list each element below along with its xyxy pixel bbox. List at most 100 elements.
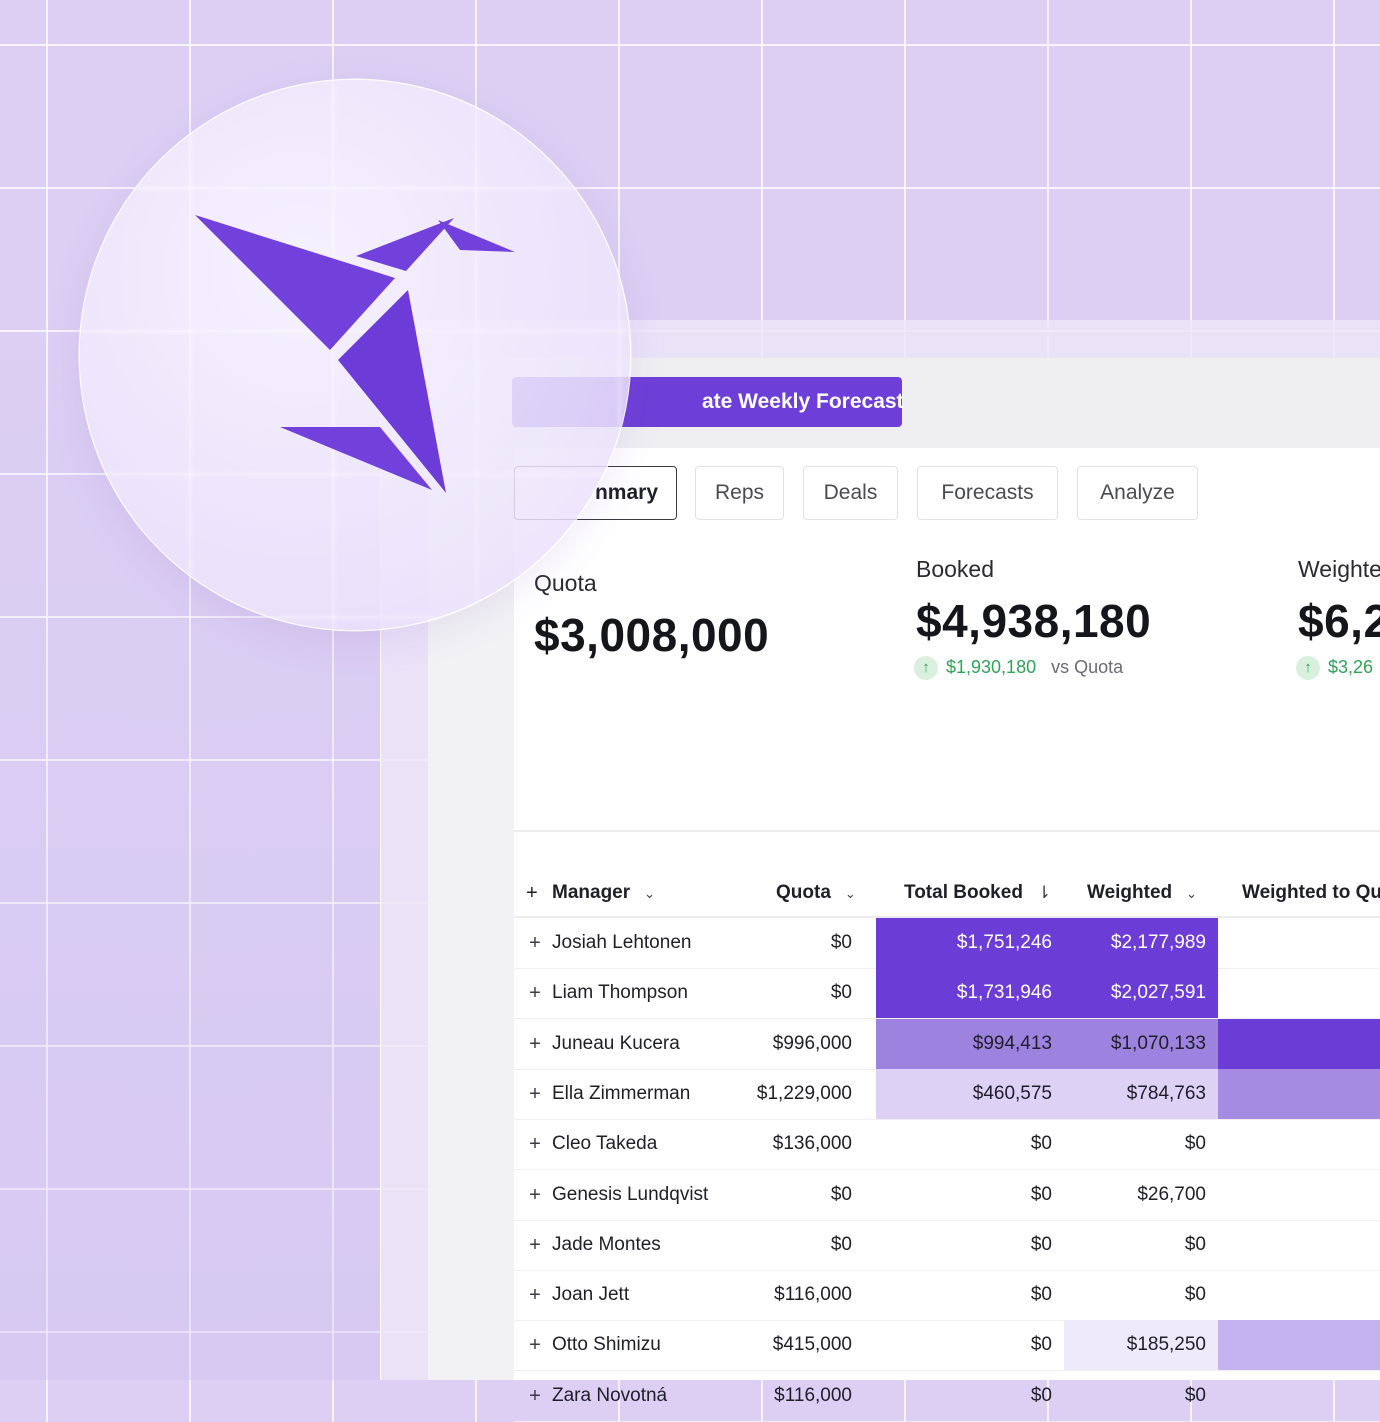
summary-content: nmary Reps Deals Forecasts Analyze Quota… bbox=[514, 448, 1380, 1422]
table-row[interactable]: + Juneau Kucera $996,000 $994,413 $1,070,133 bbox=[514, 1018, 1380, 1070]
manager-name: Ella Zimmerman bbox=[552, 1082, 691, 1104]
booked-value: $4,938,180 bbox=[916, 595, 1152, 647]
header-weighted-to-quota-label: Weighted to Qu bbox=[1242, 882, 1380, 903]
quota-cell: $0 bbox=[830, 932, 852, 953]
weighted-cell: $0 bbox=[1184, 1384, 1206, 1406]
quota-cell: $0 bbox=[830, 1233, 852, 1255]
table-row[interactable]: + Genesis Lundqvist $0 $0 $26,700 bbox=[514, 1170, 1380, 1221]
table-row[interactable]: + Ella Zimmerman $1,229,000 $460,575 $784,76… bbox=[514, 1068, 1380, 1120]
manager-name: Liam Thompson bbox=[552, 982, 688, 1004]
weighted-delta-value: $3,26 bbox=[1328, 656, 1374, 677]
weighted-label: Weighte bbox=[1298, 556, 1380, 582]
header-weighted-label: Weighted bbox=[1087, 882, 1173, 903]
manager-name: Joan Jett bbox=[552, 1284, 630, 1306]
booked-label: Booked bbox=[916, 556, 995, 582]
header-weighted-to-quota[interactable]: Weighted to Qu bbox=[1242, 870, 1380, 916]
manager-name: Cleo Takeda bbox=[552, 1133, 658, 1155]
table-row[interactable]: + Jade Montes $0 $0 $0 bbox=[514, 1220, 1380, 1271]
total-booked-cell: $994,413 bbox=[876, 1018, 1064, 1069]
tab-analyze[interactable]: Analyze bbox=[1077, 466, 1198, 520]
quota-cell: $136,000 bbox=[772, 1133, 852, 1155]
table-row[interactable]: + Joan Jett $116,000 $0 $0 bbox=[514, 1270, 1380, 1322]
header-manager-label: Manager bbox=[552, 882, 631, 903]
header-quota[interactable]: Quota ⌄ bbox=[776, 870, 856, 916]
chevron-down-icon: ⌄ bbox=[1186, 886, 1198, 901]
weighted-cell: $1,070,133 bbox=[1064, 1018, 1218, 1069]
arrow-up-icon: ↑ bbox=[1296, 656, 1320, 680]
expand-row-plus-icon[interactable]: + bbox=[526, 1119, 544, 1169]
weighted-to-quota-cell bbox=[1218, 1170, 1380, 1220]
header-total-booked-label: Total Booked bbox=[904, 882, 1023, 903]
manager-name: Genesis Lundqvist bbox=[552, 1183, 709, 1205]
booked-delta: ↑ $1,930,180 vs Quota bbox=[914, 656, 1123, 680]
manager-name: Juneau Kucera bbox=[552, 1032, 680, 1054]
quota-cell: $116,000 bbox=[774, 1284, 852, 1306]
quota-cell: $1,229,000 bbox=[756, 1082, 852, 1104]
total-booked-cell: $1,751,246 bbox=[876, 918, 1064, 968]
expand-row-plus-icon[interactable]: + bbox=[526, 968, 544, 1018]
total-booked-cell: $1,731,946 bbox=[876, 968, 1064, 1019]
quota-cell: $415,000 bbox=[772, 1334, 852, 1356]
total-booked-cell: $0 bbox=[1030, 1133, 1052, 1155]
weighted-to-quota-cell bbox=[1218, 1320, 1380, 1371]
weighted-delta: ↑ $3,26 bbox=[1296, 656, 1373, 680]
weighted-value: $6,2 bbox=[1298, 595, 1380, 647]
manager-name: Jade Montes bbox=[552, 1233, 661, 1255]
total-booked-cell: $0 bbox=[1030, 1284, 1052, 1306]
section-divider bbox=[514, 830, 1380, 832]
weighted-cell: $0 bbox=[1184, 1284, 1206, 1306]
weighted-cell: $0 bbox=[1184, 1133, 1206, 1155]
weighted-to-quota-cell bbox=[1218, 1068, 1380, 1119]
expand-row-plus-icon[interactable]: + bbox=[526, 1371, 544, 1421]
view-tabs: nmary Reps Deals Forecasts Analyze bbox=[514, 466, 1380, 522]
weighted-to-quota-cell bbox=[1218, 968, 1380, 1018]
expand-row-plus-icon[interactable]: + bbox=[526, 918, 544, 968]
table-row[interactable]: + Zara Novotná $116,000 $0 $0 bbox=[514, 1371, 1380, 1422]
expand-row-plus-icon[interactable]: + bbox=[526, 1270, 544, 1320]
expand-row-plus-icon[interactable]: + bbox=[526, 1019, 544, 1069]
booked-delta-caption: vs Quota bbox=[1051, 656, 1124, 677]
manager-name: Josiah Lehtonen bbox=[552, 932, 692, 953]
expand-row-plus-icon[interactable]: + bbox=[526, 1069, 544, 1119]
header-manager[interactable]: Manager ⌄ bbox=[552, 870, 655, 916]
expand-row-plus-icon[interactable]: + bbox=[526, 1170, 544, 1220]
table-header: + Manager ⌄ Quota ⌄ Total Booked ⇂ Weighted… bbox=[514, 870, 1380, 918]
quota-cell: $116,000 bbox=[774, 1384, 852, 1406]
weighted-cell: $26,700 bbox=[1137, 1183, 1206, 1205]
weighted-to-quota-cell bbox=[1218, 1371, 1380, 1421]
table-row[interactable]: + Cleo Takeda $136,000 $0 $0 bbox=[514, 1119, 1380, 1171]
chevron-down-icon: ⌄ bbox=[844, 886, 856, 901]
manager-name: Otto Shimizu bbox=[552, 1334, 661, 1356]
tab-reps[interactable]: Reps bbox=[695, 466, 784, 520]
arrow-up-icon: ↑ bbox=[914, 656, 938, 680]
weighted-cell: $2,177,989 bbox=[1064, 918, 1218, 968]
weighted-cell: $185,250 bbox=[1064, 1320, 1218, 1371]
quota-cell: $0 bbox=[830, 1183, 852, 1205]
weighted-to-quota-cell bbox=[1218, 1018, 1380, 1069]
manager-name: Zara Novotná bbox=[552, 1384, 668, 1406]
tab-deals[interactable]: Deals bbox=[803, 466, 898, 520]
weighted-to-quota-cell bbox=[1218, 1220, 1380, 1270]
expand-row-plus-icon[interactable]: + bbox=[526, 1220, 544, 1270]
expand-all-plus-icon[interactable]: + bbox=[526, 870, 538, 916]
weighted-cell: $784,763 bbox=[1064, 1068, 1218, 1119]
quota-cell: $996,000 bbox=[772, 1032, 852, 1054]
header-weighted[interactable]: Weighted ⌄ bbox=[1087, 870, 1197, 916]
table-row[interactable]: + Otto Shimizu $415,000 $0 $185,250 bbox=[514, 1320, 1380, 1372]
weighted-to-quota-cell bbox=[1218, 1119, 1380, 1169]
total-booked-cell: $460,575 bbox=[876, 1068, 1064, 1119]
origami-bird-logo-icon bbox=[195, 215, 515, 493]
total-booked-cell: $0 bbox=[1030, 1334, 1052, 1356]
sort-descending-icon: ⇂ bbox=[1036, 883, 1052, 902]
table-row[interactable]: + Josiah Lehtonen $0 $1,751,246 $2,177,989 bbox=[514, 918, 1380, 969]
expand-row-plus-icon[interactable]: + bbox=[526, 1320, 544, 1370]
weighted-to-quota-cell bbox=[1218, 918, 1380, 968]
table-row[interactable]: + Liam Thompson $0 $1,731,946 $2,027,591 bbox=[514, 968, 1380, 1020]
weighted-cell: $0 bbox=[1184, 1233, 1206, 1255]
total-booked-cell: $0 bbox=[1030, 1233, 1052, 1255]
booked-delta-value: $1,930,180 bbox=[946, 656, 1037, 677]
tab-forecasts[interactable]: Forecasts bbox=[917, 466, 1058, 520]
header-total-booked[interactable]: Total Booked ⇂ bbox=[904, 870, 1051, 916]
weighted-to-quota-cell bbox=[1218, 1270, 1380, 1320]
quota-cell: $0 bbox=[830, 982, 852, 1004]
